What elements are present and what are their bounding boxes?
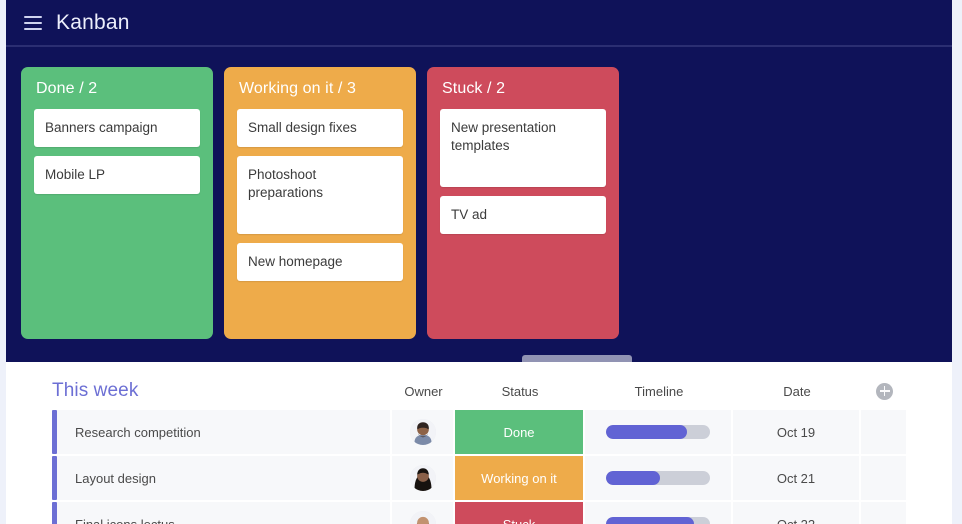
table-row[interactable]: Layout design Working on it Oct 21 (52, 456, 908, 500)
column-title-done: Done / 2 (36, 80, 98, 97)
kanban-app: Kanban Done / 2 Banners campaign Mobile … (0, 0, 962, 524)
table-row[interactable]: Research competition Done Oct 19 (52, 410, 908, 454)
card-title: New homepage (248, 253, 343, 269)
row-add-cell[interactable] (861, 502, 906, 524)
table-header-row: This week Owner Status Timeline Date (52, 372, 908, 410)
column-cards-stuck: New presentation templates TV ad (427, 109, 619, 234)
kanban-columns: Done / 2 Banners campaign Mobile LP Work… (21, 67, 619, 339)
kanban-card[interactable]: New presentation templates (440, 109, 606, 187)
row-timeline[interactable] (585, 456, 733, 500)
column-title-stuck: Stuck / 2 (442, 80, 506, 97)
this-week-table: This week Owner Status Timeline Date Res… (52, 372, 908, 524)
row-name: Research competition (57, 410, 392, 454)
card-title: Photoshoot preparations (248, 167, 324, 201)
row-owner[interactable] (392, 410, 455, 454)
column-header-date[interactable]: Date (733, 384, 861, 399)
column-cards-done: Banners campaign Mobile LP (21, 109, 213, 194)
app-title: Kanban (56, 11, 130, 34)
board-region: Kanban Done / 2 Banners campaign Mobile … (6, 0, 952, 362)
progress-track (606, 471, 710, 485)
top-bar-divider (6, 45, 952, 47)
row-date[interactable]: Oct 19 (733, 410, 861, 454)
kanban-card[interactable]: Mobile LP (34, 156, 200, 194)
row-date[interactable]: Oct 21 (733, 456, 861, 500)
row-add-cell[interactable] (861, 456, 906, 500)
card-title: Small design fixes (248, 119, 357, 135)
kanban-card[interactable]: TV ad (440, 196, 606, 234)
table-region: This week Owner Status Timeline Date Res… (6, 362, 952, 524)
add-column-button[interactable] (861, 382, 908, 400)
progress-track (606, 425, 710, 439)
progress-track (606, 517, 710, 524)
card-title: New presentation templates (451, 120, 557, 154)
progress-fill (606, 517, 695, 524)
row-name: Layout design (57, 456, 392, 500)
avatar-female (409, 465, 436, 491)
row-timeline[interactable] (585, 410, 733, 454)
section-title: This week (52, 380, 139, 401)
column-header-timeline[interactable]: Timeline (585, 384, 733, 399)
row-status[interactable]: Stuck (455, 502, 585, 524)
plus-circle-icon (876, 382, 893, 400)
floating-card-edge (522, 355, 632, 362)
progress-fill (606, 425, 688, 439)
kanban-column-working-on-it[interactable]: Working on it / 3 Small design fixes Pho… (224, 67, 416, 339)
row-owner[interactable] (392, 456, 455, 500)
column-title-working-on-it: Working on it / 3 (239, 80, 357, 97)
row-status[interactable]: Done (455, 410, 585, 454)
row-date[interactable]: Oct 22 (733, 502, 861, 524)
progress-fill (606, 471, 661, 485)
row-status[interactable]: Working on it (455, 456, 585, 500)
kanban-card[interactable]: Photoshoot preparations (237, 156, 403, 234)
column-cards-working-on-it: Small design fixes Photoshoot preparatio… (224, 109, 416, 281)
row-timeline[interactable] (585, 502, 733, 524)
kanban-card[interactable]: Banners campaign (34, 109, 200, 147)
column-header-status[interactable]: Status (455, 384, 585, 399)
row-owner[interactable] (392, 502, 455, 524)
kanban-card[interactable]: Small design fixes (237, 109, 403, 147)
column-header-owner[interactable]: Owner (392, 384, 455, 399)
row-add-cell[interactable] (861, 410, 906, 454)
card-title: Mobile LP (45, 166, 106, 182)
top-bar: Kanban (6, 0, 952, 45)
card-title: Banners campaign (45, 119, 158, 135)
table-row[interactable]: Final icons lectus Stuck Oct 22 (52, 502, 908, 524)
hamburger-icon[interactable] (24, 15, 42, 30)
kanban-column-stuck[interactable]: Stuck / 2 New presentation templates TV … (427, 67, 619, 339)
avatar-female-2 (409, 511, 436, 524)
page-gutter-right (952, 0, 962, 524)
avatar-male (409, 419, 436, 445)
kanban-card[interactable]: New homepage (237, 243, 403, 281)
row-name: Final icons lectus (57, 502, 392, 524)
card-title: TV ad (451, 206, 488, 222)
kanban-column-done[interactable]: Done / 2 Banners campaign Mobile LP (21, 67, 213, 339)
